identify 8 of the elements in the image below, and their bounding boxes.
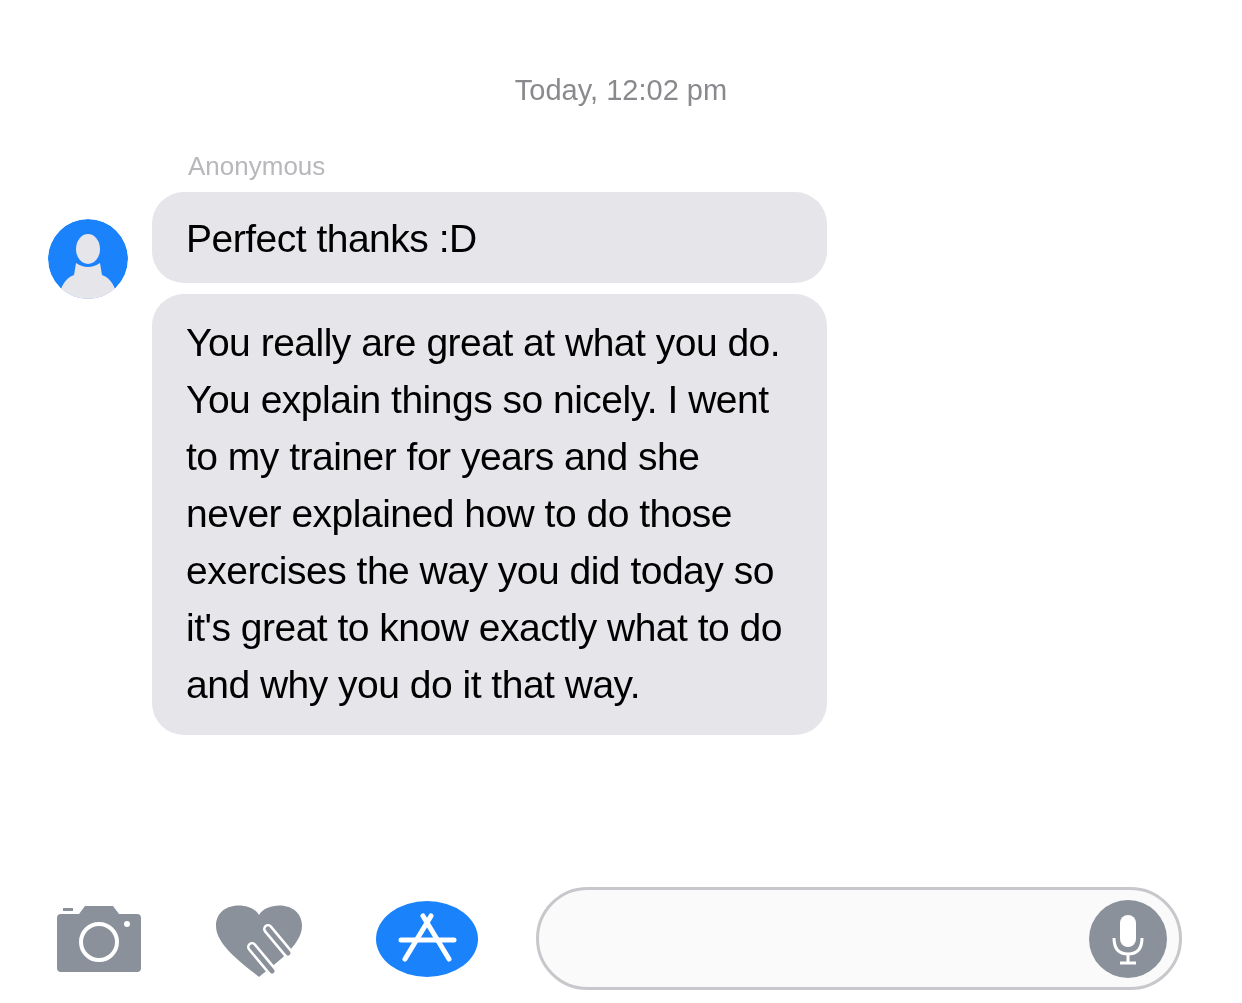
camera-icon[interactable] <box>57 905 141 972</box>
avatar-icon <box>48 219 128 299</box>
timestamp: Today, 12:02 pm <box>514 74 728 107</box>
microphone-icon[interactable] <box>1089 899 1167 978</box>
message-bubble: Perfect thanks :D <box>152 192 827 283</box>
sender-name: Anonymous <box>188 151 327 182</box>
message-bubble: You really are great at what you do. You explain things so nicely. I went to my trainer for years and she never explained how to do those exercises the way you did today so it's great to know exactly what to do and why you do it that way. <box>152 294 827 735</box>
app-store-icon[interactable] <box>376 900 478 977</box>
